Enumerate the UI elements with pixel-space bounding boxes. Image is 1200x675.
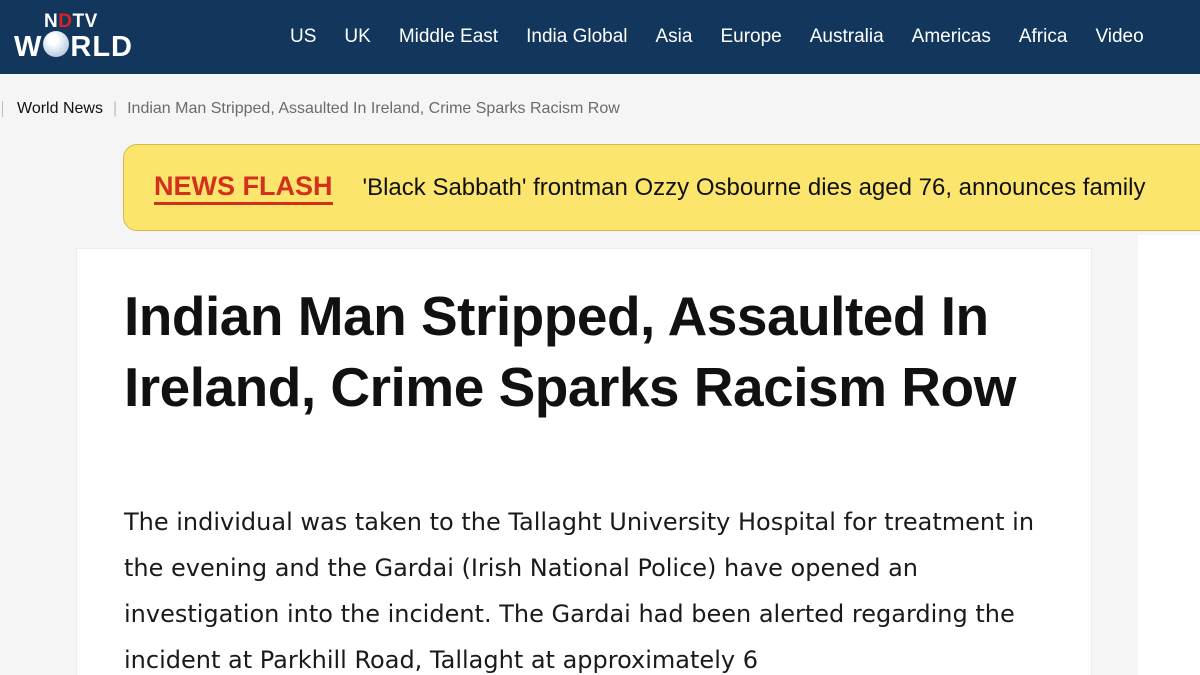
nav-item-uk[interactable]: UK xyxy=(330,0,384,74)
main-nav: US UK Middle East India Global Asia Euro… xyxy=(276,0,1158,74)
breadcrumb: World News | Indian Man Stripped, Assaul… xyxy=(0,96,620,122)
nav-item-africa[interactable]: Africa xyxy=(1005,0,1082,74)
nav-item-us[interactable]: US xyxy=(276,0,330,74)
logo-world-text: W RLD xyxy=(14,30,133,62)
nav-item-europe[interactable]: Europe xyxy=(706,0,795,74)
breadcrumb-divider xyxy=(2,101,3,117)
nav-item-asia[interactable]: Asia xyxy=(642,0,707,74)
logo-ndtv-text: NDTV xyxy=(44,11,98,32)
logo-world-letters: W RLD xyxy=(14,31,133,63)
nav-item-india-global[interactable]: India Global xyxy=(512,0,641,74)
nav-item-video[interactable]: Video xyxy=(1081,0,1157,74)
breadcrumb-current-page: Indian Man Stripped, Assaulted In Irelan… xyxy=(127,100,620,117)
news-flash-banner[interactable]: NEWS FLASH 'Black Sabbath' frontman Ozzy… xyxy=(123,144,1200,231)
article-body: The individual was taken to the Tallaght… xyxy=(124,508,1035,674)
site-header: NDTV W RLD US UK Middle East India Global… xyxy=(0,0,1200,74)
ndtv-world-logo[interactable]: NDTV W RLD xyxy=(14,11,156,63)
news-flash-headline[interactable]: 'Black Sabbath' frontman Ozzy Osbourne d… xyxy=(363,174,1146,202)
nav-item-australia[interactable]: Australia xyxy=(796,0,898,74)
nav-item-americas[interactable]: Americas xyxy=(898,0,1005,74)
breadcrumb-world-news[interactable]: World News xyxy=(17,100,103,118)
right-column-background xyxy=(1138,235,1200,675)
globe-icon xyxy=(43,31,70,57)
article-card: Indian Man Stripped, Assaulted In Irelan… xyxy=(76,248,1092,675)
nav-item-middle-east[interactable]: Middle East xyxy=(385,0,512,74)
breadcrumb-separator: | xyxy=(112,100,118,117)
article-headline: Indian Man Stripped, Assaulted In Irelan… xyxy=(124,285,1016,418)
news-flash-label: NEWS FLASH xyxy=(154,171,333,205)
